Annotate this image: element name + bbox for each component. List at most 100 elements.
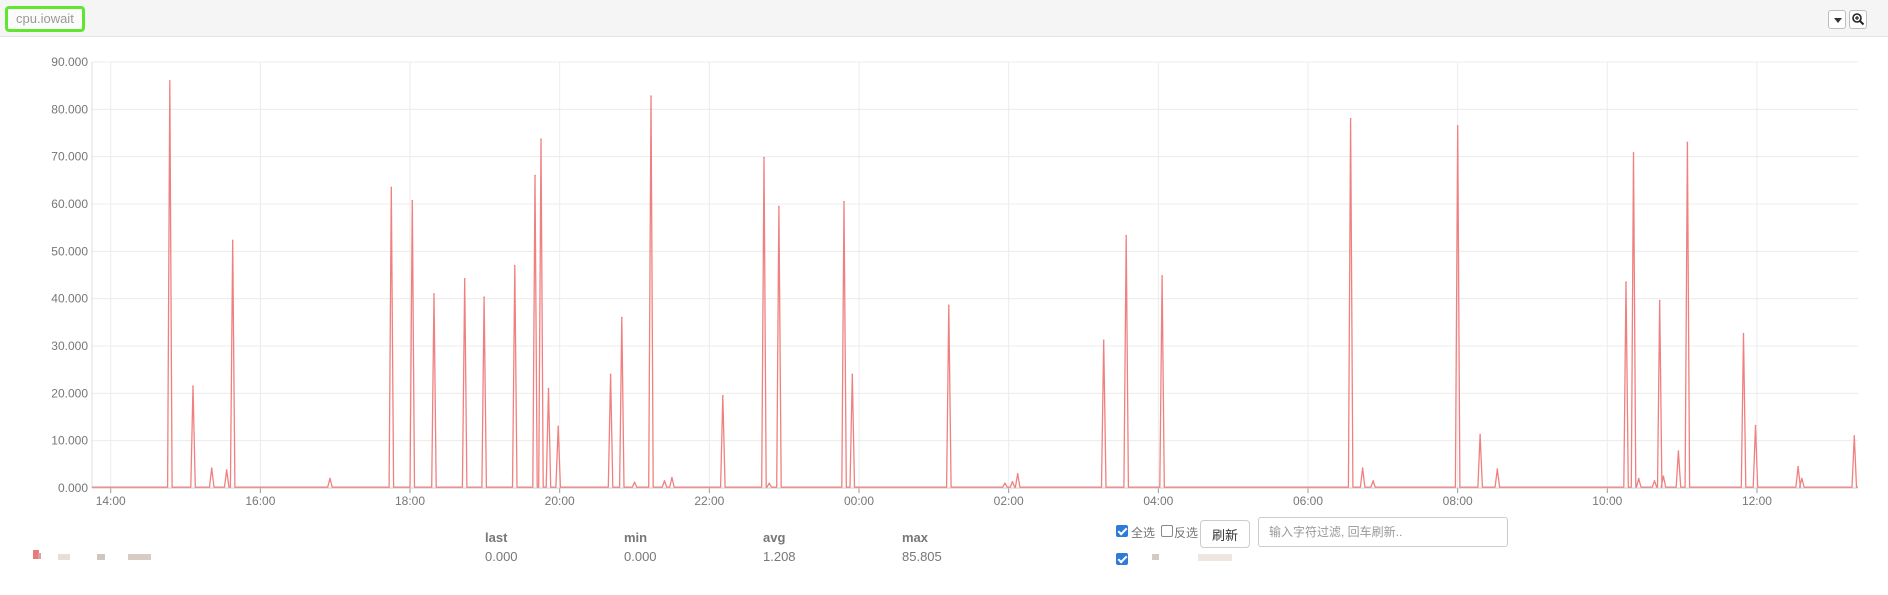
y-tick-label: 10.000 bbox=[51, 434, 88, 448]
stat-value-avg: 1.208 bbox=[763, 549, 796, 564]
data-point bbox=[633, 481, 636, 484]
data-point bbox=[1754, 424, 1757, 427]
data-point bbox=[778, 205, 780, 208]
data-point bbox=[1637, 477, 1640, 480]
iowait-line-chart[interactable]: 0.000 10.000 20.000 30.000 40.000 50.000 60.00… bbox=[0, 50, 1888, 510]
chart-area[interactable]: 0.000 10.000 20.000 30.000 40.000 50.000 60.00… bbox=[0, 50, 1888, 510]
data-point bbox=[1125, 234, 1127, 237]
series-group bbox=[92, 80, 1858, 488]
series-color-swatch-shadow bbox=[38, 553, 41, 559]
zoom-button[interactable] bbox=[1849, 10, 1867, 29]
y-tick-label: 40.000 bbox=[51, 292, 88, 306]
invert-selection-label[interactable]: 反选 bbox=[1174, 524, 1198, 541]
data-point bbox=[1625, 281, 1627, 283]
stat-value-max: 85.805 bbox=[902, 549, 942, 564]
stat-header-last: last bbox=[485, 530, 508, 545]
data-point bbox=[483, 296, 485, 299]
x-tick-label: 08:00 bbox=[1443, 494, 1473, 508]
data-point bbox=[1742, 332, 1745, 335]
y-tick-label: 30.000 bbox=[51, 339, 88, 353]
data-point bbox=[1479, 433, 1481, 436]
x-tick-label: 16:00 bbox=[245, 494, 275, 508]
data-point bbox=[722, 394, 724, 397]
data-point bbox=[1361, 467, 1364, 469]
data-point bbox=[768, 482, 771, 485]
data-point bbox=[390, 186, 393, 189]
data-point bbox=[1653, 480, 1656, 482]
data-point bbox=[1801, 477, 1803, 480]
data-point bbox=[1372, 480, 1374, 482]
invert-selection-checkbox[interactable] bbox=[1161, 525, 1173, 537]
data-point bbox=[650, 95, 652, 97]
data-point bbox=[169, 80, 171, 82]
data-point bbox=[663, 480, 666, 482]
redacted-series-name bbox=[58, 554, 70, 560]
series-line bbox=[92, 80, 1858, 488]
data-point bbox=[843, 200, 845, 203]
y-tick-label: 0.000 bbox=[58, 481, 88, 495]
series-checkbox[interactable] bbox=[1116, 553, 1128, 565]
x-tick-label: 18:00 bbox=[395, 494, 425, 508]
x-tick-label: 02:00 bbox=[994, 494, 1024, 508]
redacted-series-name bbox=[128, 554, 151, 560]
stat-value-min: 0.000 bbox=[624, 549, 657, 564]
select-all-label[interactable]: 全选 bbox=[1131, 524, 1155, 541]
data-point bbox=[1658, 299, 1661, 302]
data-point bbox=[210, 467, 213, 469]
data-point bbox=[1349, 118, 1352, 120]
filter-input[interactable] bbox=[1258, 517, 1508, 547]
data-point bbox=[1004, 482, 1006, 485]
x-tick-label: 06:00 bbox=[1293, 494, 1323, 508]
y-axis: 0.000 10.000 20.000 30.000 40.000 50.000 60.00… bbox=[51, 55, 93, 495]
y-tick-label: 20.000 bbox=[51, 386, 88, 400]
metric-title[interactable]: cpu.iowait bbox=[5, 6, 85, 32]
y-tick-label: 80.000 bbox=[51, 102, 88, 116]
stat-value-last: 0.000 bbox=[485, 549, 518, 564]
data-point bbox=[609, 373, 612, 376]
data-point bbox=[1496, 468, 1499, 470]
data-point bbox=[329, 477, 331, 480]
data-point bbox=[557, 425, 559, 428]
y-tick-label: 70.000 bbox=[51, 150, 88, 164]
stat-header-max: max bbox=[902, 530, 929, 545]
data-point bbox=[1102, 339, 1105, 342]
select-all-checkbox[interactable] bbox=[1116, 525, 1128, 537]
data-point bbox=[534, 174, 536, 177]
x-tick-label: 10:00 bbox=[1592, 494, 1622, 508]
y-tick-label: 90.000 bbox=[51, 55, 88, 69]
data-point bbox=[1797, 465, 1799, 468]
y-tick-label: 50.000 bbox=[51, 244, 88, 258]
x-tick-label: 20:00 bbox=[545, 494, 575, 508]
data-point bbox=[231, 239, 234, 242]
data-point bbox=[1686, 141, 1689, 144]
data-point bbox=[1161, 275, 1163, 277]
x-tick-label: 00:00 bbox=[844, 494, 874, 508]
data-point bbox=[411, 199, 414, 202]
x-axis: 14:00 16:00 18:00 20:00 22:00 00:00 02:00 04:00… bbox=[92, 487, 1858, 508]
data-point bbox=[1011, 481, 1014, 483]
data-point bbox=[1662, 475, 1665, 477]
data-point bbox=[540, 138, 542, 140]
data-point bbox=[948, 304, 950, 307]
refresh-button[interactable]: 刷新 bbox=[1200, 520, 1250, 548]
data-point bbox=[225, 469, 228, 471]
legend-panel: last min avg max 0.000 0.000 1.208 85.80… bbox=[0, 517, 1888, 595]
zoom-in-icon bbox=[1852, 13, 1865, 26]
data-point bbox=[1853, 435, 1856, 437]
data-point bbox=[1456, 125, 1459, 127]
x-tick-label: 12:00 bbox=[1742, 494, 1772, 508]
x-tick-label: 22:00 bbox=[694, 494, 724, 508]
dropdown-button[interactable] bbox=[1828, 10, 1846, 29]
panel-header: cpu.iowait bbox=[0, 0, 1888, 37]
data-point bbox=[192, 385, 194, 388]
data-point bbox=[851, 373, 854, 376]
redacted-series-name bbox=[1152, 554, 1159, 560]
data-point bbox=[671, 476, 673, 479]
data-point bbox=[513, 264, 516, 267]
data-point bbox=[1016, 473, 1019, 475]
x-tick-label: 04:00 bbox=[1143, 494, 1173, 508]
stat-header-min: min bbox=[624, 530, 648, 545]
grid-lines bbox=[92, 61, 1858, 489]
redacted-series-name bbox=[97, 554, 105, 560]
data-point bbox=[1677, 450, 1680, 452]
